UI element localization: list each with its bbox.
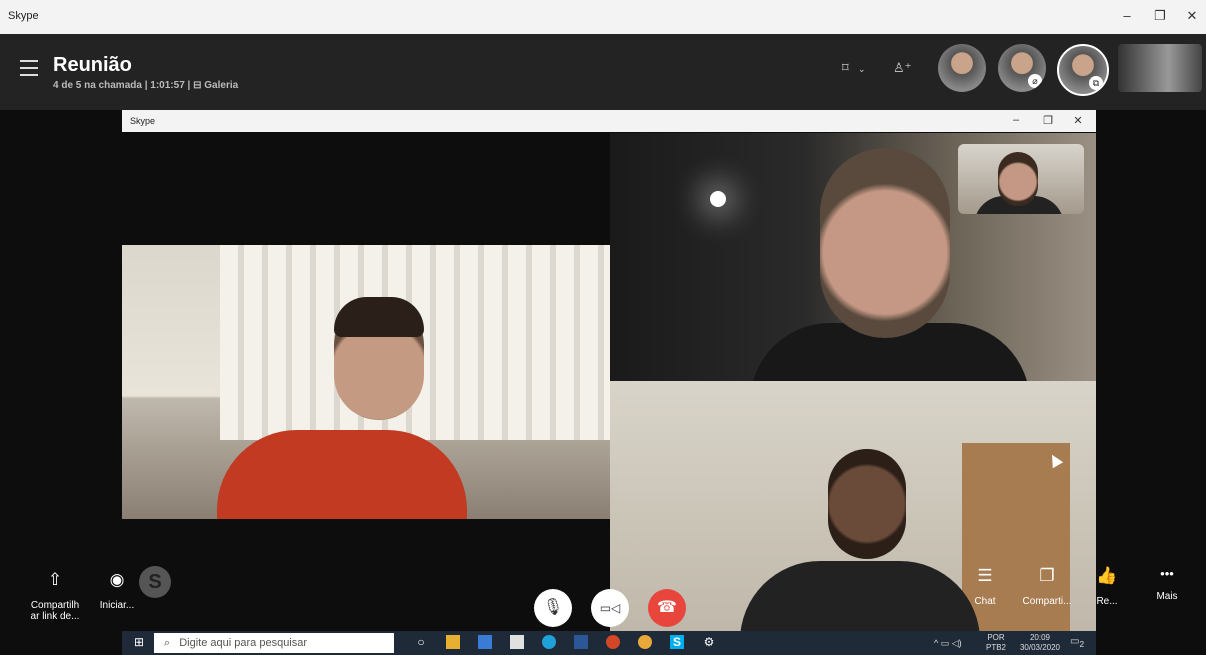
tray-kbd-text: PTB2 — [986, 643, 1007, 652]
close-button[interactable]: ✕ — [1182, 8, 1202, 24]
participant-avatar[interactable] — [1118, 44, 1202, 92]
mail-icon[interactable] — [478, 635, 492, 649]
tray-lang-text: POR — [987, 633, 1005, 642]
share-screen-icon: ❐ — [1039, 566, 1055, 585]
start-recording-label: Iniciar... — [99, 600, 135, 611]
menu-icon[interactable] — [20, 60, 38, 81]
shared-window-titlebar: Skype – ❐ ✕ — [122, 110, 1096, 132]
participant-avatar[interactable]: ⧉ — [1057, 44, 1109, 96]
participant-body — [217, 430, 467, 519]
chevron-down-icon[interactable]: ⌄ — [858, 64, 866, 75]
muted-icon: ⌀ — [1028, 74, 1042, 88]
word-icon[interactable] — [574, 635, 588, 649]
share-screen-button[interactable]: ❐ Comparti... — [1018, 566, 1076, 607]
thumbs-up-icon: 👍 — [1096, 566, 1118, 585]
layout-icon[interactable]: ⌑ — [842, 60, 849, 76]
share-icon: ⇧ — [47, 570, 63, 589]
chrome-icon[interactable] — [638, 635, 652, 649]
notification-count: 2 — [1079, 639, 1085, 649]
video-tile[interactable] — [122, 245, 610, 519]
chat-icon: ☰ — [977, 566, 993, 585]
participant-avatar[interactable]: ⌀ — [998, 44, 1046, 92]
skype-logo-icon: S — [139, 566, 171, 598]
skype-taskbar-icon[interactable]: S — [670, 635, 684, 649]
tray-date: 30/03/2020 — [1019, 643, 1061, 652]
react-label: Re... — [1096, 596, 1118, 607]
tray-icons[interactable]: ^ ▭ ◁) — [934, 638, 962, 648]
mic-button[interactable]: 🎙 — [534, 589, 572, 627]
cortana-icon[interactable]: ○ — [414, 635, 428, 649]
self-view-pip[interactable] — [958, 144, 1084, 214]
share-link-button[interactable]: ⇧ Compartilh ar link de... — [28, 570, 82, 622]
participant-avatar[interactable] — [938, 44, 986, 92]
store-icon[interactable] — [510, 635, 524, 649]
hangup-button[interactable]: ☎ — [648, 589, 686, 627]
tray-language[interactable]: POR PTB2 — [986, 633, 1006, 653]
windows-taskbar: ⊞ ⌕ Digite aqui para pesquisar ○ S ⚙ ^ ▭… — [122, 631, 1096, 655]
participant-body — [740, 561, 980, 631]
more-icon: ••• — [1160, 566, 1174, 581]
share-screen-label: Comparti... — [1022, 596, 1072, 607]
popout-icon: ⧉ — [1089, 76, 1103, 90]
lamp-light — [710, 191, 726, 207]
chat-label: Chat — [974, 596, 996, 607]
participant-hair — [334, 297, 424, 337]
shared-window-title: Skype — [130, 116, 156, 126]
notification-icon[interactable]: ▭2 — [1070, 637, 1085, 650]
search-icon: ⌕ — [164, 637, 171, 649]
shared-close-button[interactable]: ✕ — [1068, 114, 1088, 127]
edge-icon[interactable] — [542, 635, 556, 649]
taskbar-search-placeholder: Digite aqui para pesquisar — [179, 637, 308, 649]
tray-clock[interactable]: 20:09 30/03/2020 — [1012, 633, 1068, 653]
participant-face — [828, 449, 906, 559]
window-titlebar: Skype – ❐ ✕ — [0, 0, 1206, 34]
settings-gear-icon[interactable]: ⚙ — [702, 635, 716, 649]
react-button[interactable]: 👍 Re... — [1092, 566, 1122, 607]
maximize-button[interactable]: ❐ — [1150, 8, 1170, 24]
more-label: Mais — [1156, 591, 1178, 602]
participant-face — [998, 152, 1038, 206]
meeting-title: Reunião — [53, 54, 132, 76]
start-recording-button[interactable]: ◉ Iniciar... — [96, 570, 138, 611]
add-person-icon[interactable]: ♙⁺ — [893, 60, 912, 76]
window-title: Skype — [8, 10, 39, 22]
shared-maximize-button[interactable]: ❐ — [1038, 114, 1058, 127]
video-button[interactable]: ▭◁ — [591, 589, 629, 627]
record-icon: ◉ — [109, 570, 125, 589]
minimize-button[interactable]: – — [1117, 8, 1137, 23]
chat-button[interactable]: ☰ Chat — [968, 566, 1002, 607]
participant-face — [820, 148, 950, 338]
powerpoint-icon[interactable] — [606, 635, 620, 649]
shared-minimize-button[interactable]: – — [1006, 114, 1026, 126]
tray-time: 20:09 — [1029, 633, 1051, 642]
meeting-header: Reunião 4 de 5 na chamada | 1:01:57 | ⊟ … — [0, 34, 1206, 110]
file-explorer-icon[interactable] — [446, 635, 460, 649]
more-button[interactable]: ••• Mais — [1150, 566, 1184, 602]
windows-start-icon[interactable]: ⊞ — [132, 635, 146, 649]
taskbar-search-box[interactable]: ⌕ Digite aqui para pesquisar — [154, 633, 394, 653]
meeting-subtitle[interactable]: 4 de 5 na chamada | 1:01:57 | ⊟ Galeria — [53, 80, 238, 91]
share-link-label: Compartilh ar link de... — [30, 600, 80, 622]
